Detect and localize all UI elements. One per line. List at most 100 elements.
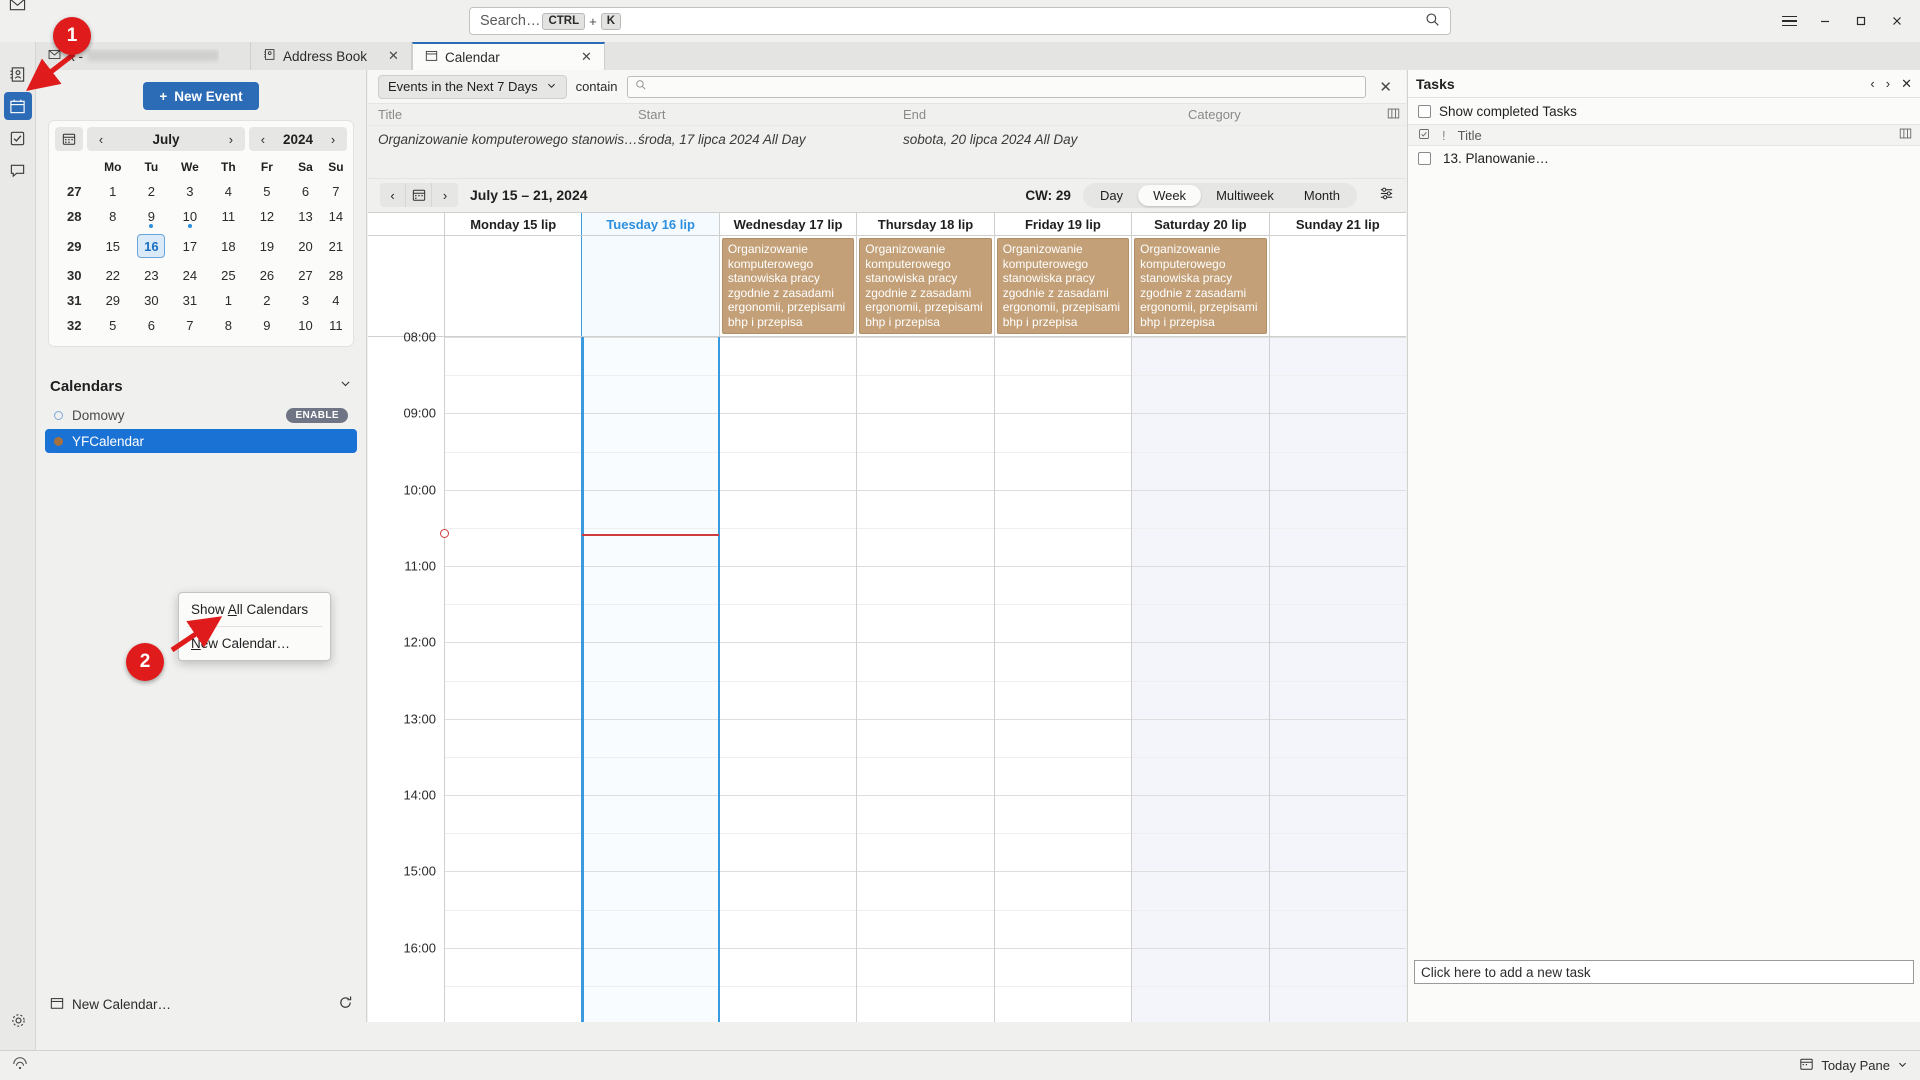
rail-calendar-icon[interactable] [3, 92, 32, 120]
mini-calendar-day[interactable]: 20 [286, 229, 325, 263]
mini-calendar-day[interactable]: 8 [209, 313, 248, 338]
task-row[interactable]: 13. Planowanie… [1408, 146, 1920, 170]
mini-calendar-day[interactable]: 10 [171, 204, 210, 229]
mini-calendar-day[interactable]: 17 [171, 229, 210, 263]
calendar-enable-badge[interactable]: ENABLE [286, 407, 348, 423]
mini-calendar-day[interactable]: 11 [209, 204, 248, 229]
week-day-header-3[interactable]: Thursday 18 lip [856, 213, 994, 235]
allday-event-chip[interactable]: Organizowanie komputerowego stanowiska p… [859, 238, 992, 334]
mini-calendar-day[interactable]: 11 [325, 313, 347, 338]
minimize-button[interactable] [1808, 6, 1842, 36]
mini-calendar-day[interactable]: 18 [209, 229, 248, 263]
mini-calendar-day[interactable]: 27 [286, 263, 325, 288]
mini-calendar-day[interactable]: 12 [248, 204, 287, 229]
mini-calendar-day[interactable]: 28 [325, 263, 347, 288]
close-button[interactable] [1880, 6, 1914, 36]
week-allday-cell-2[interactable]: Organizowanie komputerowego stanowiska p… [718, 236, 857, 336]
clear-filter-icon[interactable]: ✕ [1375, 78, 1396, 96]
calendar-prev-button[interactable]: ‹ [380, 183, 406, 207]
week-allday-cell-5[interactable]: Organizowanie komputerowego stanowiska p… [1131, 236, 1269, 336]
tasks-column-title[interactable]: Title [1458, 128, 1482, 143]
rail-settings-icon[interactable] [4, 1006, 32, 1034]
week-day-header-0[interactable]: Monday 15 lip [444, 213, 582, 235]
week-day-column-5[interactable] [1131, 337, 1269, 1022]
event-list-row[interactable]: Organizowanie komputerowego stanowiska p… [368, 126, 1406, 152]
week-day-header-6[interactable]: Sunday 21 lip [1268, 213, 1406, 235]
show-completed-checkbox[interactable] [1418, 104, 1431, 118]
mini-calendar-day[interactable]: 4 [209, 179, 248, 204]
mini-calendar-day[interactable]: 10 [286, 313, 325, 338]
mini-calendar-day[interactable]: 2 [248, 288, 287, 313]
tab-address-book[interactable]: Address Book ✕ [251, 42, 412, 70]
mini-calendar-day[interactable]: 3 [286, 288, 325, 313]
app-menu-button[interactable] [1772, 6, 1806, 36]
mini-calendar-today-icon[interactable] [55, 127, 83, 151]
rail-address-book-icon[interactable] [4, 60, 32, 88]
mini-calendar-selected-day[interactable]: 16 [137, 234, 166, 258]
chevron-down-icon[interactable] [1897, 1058, 1908, 1073]
mini-calendar-prev-year[interactable]: ‹ [249, 127, 277, 151]
week-allday-cell-4[interactable]: Organizowanie komputerowego stanowiska p… [993, 236, 1132, 336]
tasks-prev-icon[interactable]: ‹ [1870, 76, 1874, 91]
new-event-button[interactable]: + New Event [143, 82, 259, 110]
tasks-close-icon[interactable]: ✕ [1901, 76, 1912, 92]
chevron-down-icon[interactable] [339, 377, 352, 395]
column-picker-icon[interactable] [1387, 107, 1400, 123]
global-search-input[interactable]: Search… CTRL + K [469, 7, 1451, 35]
mini-calendar-day[interactable]: 8 [94, 204, 133, 229]
mini-calendar-next-month[interactable]: › [217, 127, 245, 151]
mini-calendar-day[interactable]: 7 [171, 313, 210, 338]
maximize-button[interactable] [1844, 6, 1878, 36]
rail-mail-icon[interactable] [4, 0, 32, 18]
calendar-list-item-domowy[interactable]: Domowy ENABLE [45, 403, 357, 427]
event-range-dropdown[interactable]: Events in the Next 7 Days [378, 74, 567, 99]
mini-calendar-day[interactable]: 6 [286, 179, 325, 204]
mini-calendar-day[interactable]: 1 [94, 179, 133, 204]
mini-calendar-week-number[interactable]: 27 [55, 179, 94, 204]
week-day-header-5[interactable]: Saturday 20 lip [1131, 213, 1269, 235]
mini-calendar-day[interactable]: 29 [94, 288, 133, 313]
event-col-start[interactable]: Start [638, 107, 903, 122]
mini-calendar-day[interactable]: 9 [132, 204, 171, 229]
mini-calendar-day[interactable]: 30 [132, 288, 171, 313]
mini-calendar-day[interactable]: 5 [94, 313, 133, 338]
context-menu-item-new-calendar[interactable]: New Calendar… [179, 630, 330, 657]
week-day-header-4[interactable]: Friday 19 lip [993, 213, 1132, 235]
mini-calendar-day[interactable]: 31 [171, 288, 210, 313]
calendar-today-button[interactable] [406, 183, 432, 207]
priority-header-icon[interactable]: ! [1442, 128, 1446, 143]
mini-calendar-prev-month[interactable]: ‹ [87, 127, 115, 151]
mini-calendar-day[interactable]: 21 [325, 229, 347, 263]
week-allday-cell-6[interactable] [1268, 236, 1406, 336]
tab-address-book-close-icon[interactable]: ✕ [374, 48, 399, 64]
mini-calendar-day[interactable]: 1 [209, 288, 248, 313]
tab-calendar-close-icon[interactable]: ✕ [567, 49, 592, 65]
task-complete-checkbox[interactable] [1418, 151, 1431, 165]
mini-calendar-week-number[interactable]: 32 [55, 313, 94, 338]
view-options-icon[interactable] [1379, 186, 1394, 204]
mini-calendar-day[interactable]: 23 [132, 263, 171, 288]
week-day-header-2[interactable]: Wednesday 17 lip [718, 213, 857, 235]
checkbox-header-icon[interactable] [1418, 128, 1430, 143]
mini-calendar-week-number[interactable]: 29 [55, 229, 94, 263]
context-menu-item-show-all-calendars[interactable]: Show All Calendars [179, 596, 330, 623]
week-day-column-4[interactable] [993, 337, 1132, 1022]
column-picker-icon[interactable] [1899, 127, 1912, 143]
tab-calendar[interactable]: Calendar ✕ [411, 42, 605, 70]
mini-calendar-day[interactable]: 5 [248, 179, 287, 204]
week-day-header-1[interactable]: Tuesday 16 lip [581, 213, 719, 235]
week-allday-cell-1[interactable] [581, 236, 719, 336]
rail-tasks-icon[interactable] [4, 124, 32, 152]
mini-calendar-day[interactable]: 3 [171, 179, 210, 204]
task-quick-add-input[interactable]: Click here to add a new task [1414, 960, 1914, 984]
week-allday-cell-0[interactable] [444, 236, 582, 336]
allday-event-chip[interactable]: Organizowanie komputerowego stanowiska p… [1134, 238, 1267, 334]
calendar-next-button[interactable]: › [432, 183, 458, 207]
mini-calendar-next-year[interactable]: › [319, 127, 347, 151]
mini-calendar-week-number[interactable]: 30 [55, 263, 94, 288]
mini-calendar-day[interactable]: 15 [94, 229, 133, 263]
event-find-input[interactable] [626, 75, 1367, 98]
rail-chat-icon[interactable] [4, 156, 32, 184]
event-col-title[interactable]: Title [368, 107, 638, 122]
today-pane-label[interactable]: Today Pane [1821, 1058, 1890, 1073]
